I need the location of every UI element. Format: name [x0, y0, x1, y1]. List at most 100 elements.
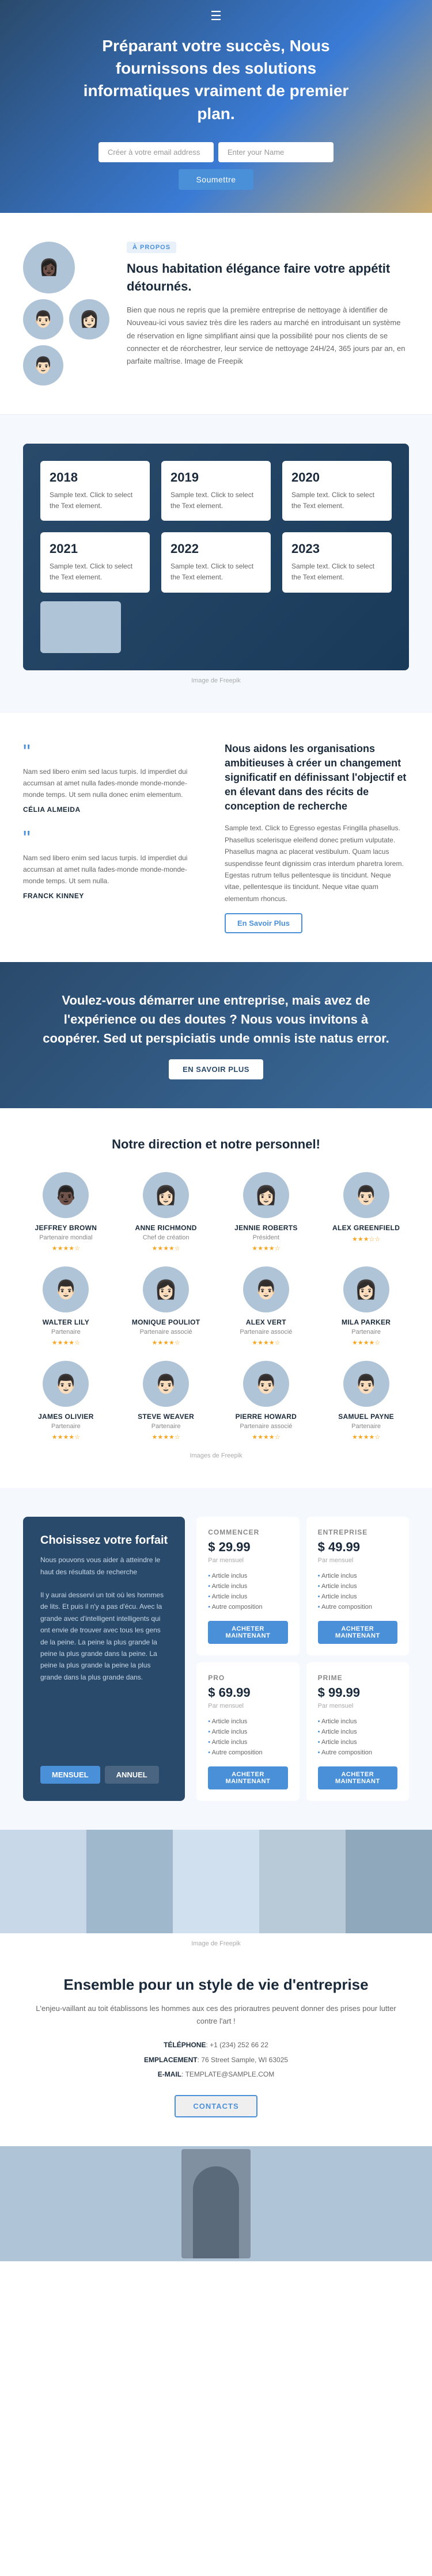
- team-member-5: 👩🏻 MONIQUE POULIOT Partenaire associé ★★…: [123, 1266, 209, 1346]
- team-stars-7: ★★★★☆: [323, 1339, 409, 1346]
- quote-mark-0: ": [23, 742, 207, 762]
- contact-email: E-MAIL: TEMPLATE@SAMPLE.COM: [35, 2069, 397, 2080]
- team-stars-9: ★★★★☆: [123, 1433, 209, 1441]
- buy-button-3[interactable]: ACHETER MAINTENANT: [318, 1766, 397, 1789]
- timeline-year-2020: 2020: [291, 470, 382, 485]
- about-images: 👩🏿 👨🏻 👩🏻 👨🏻: [23, 242, 109, 386]
- timeline-bg: 2018 Sample text. Click to select the Te…: [23, 444, 409, 670]
- person-silhouette: [193, 2166, 239, 2258]
- buy-button-2[interactable]: ACHETER MAINTENANT: [208, 1766, 287, 1789]
- price-period-0: Par mensuel: [208, 1557, 287, 1564]
- hero-email-input[interactable]: [98, 142, 214, 162]
- price-amount-0: $ 29.99: [208, 1540, 287, 1555]
- team-role-8: Partenaire: [23, 1423, 109, 1430]
- team-member-11: 👨🏻 SAMUEL PAYNE Partenaire ★★★★☆: [323, 1361, 409, 1441]
- team-role-0: Partenaire mondial: [23, 1234, 109, 1241]
- team-name-7: MILA PARKER: [323, 1318, 409, 1326]
- team-member-1: 👩🏻 ANNE RICHMOND Chef de création ★★★★☆: [123, 1172, 209, 1252]
- mission-column: Nous aidons les organisations ambitieuse…: [225, 742, 409, 934]
- team-member-3: 👨🏻 ALEX GREENFIELD ★★★☆☆: [323, 1172, 409, 1252]
- team-role-6: Partenaire associé: [223, 1329, 309, 1335]
- price-features-0: Article inclusArticle inclusArticle incl…: [208, 1571, 287, 1612]
- pricing-cards: COMMENCER $ 29.99 Par mensuel Article in…: [196, 1517, 409, 1801]
- mission-title: Nous aidons les organisations ambitieuse…: [225, 742, 409, 814]
- contact-subtitle: L'enjeu-vaillant au toit établissons les…: [35, 2002, 397, 2028]
- pricing-inner: Choisissez votre forfait Nous pouvons vo…: [23, 1517, 409, 1801]
- hero-submit-button[interactable]: Soumettre: [179, 169, 253, 190]
- pricing-subtitle: Nous pouvons vous aider à atteindre le h…: [40, 1554, 168, 1578]
- buy-button-0[interactable]: ACHETER MAINTENANT: [208, 1621, 287, 1644]
- cta-title: Voulez-vous démarrer une entreprise, mai…: [35, 991, 397, 1048]
- team-stars-1: ★★★★☆: [123, 1245, 209, 1252]
- contact-section: Ensemble pour un style de vie d'entrepri…: [0, 1947, 432, 2146]
- pricing-section: Choisissez votre forfait Nous pouvons vo…: [0, 1488, 432, 1830]
- about-avatar-2: 👨🏻: [23, 299, 63, 339]
- price-tier-2: PRO: [208, 1674, 287, 1682]
- team-name-11: SAMUEL PAYNE: [323, 1413, 409, 1421]
- timeline-image-area: [40, 601, 392, 653]
- price-tier-3: PRIME: [318, 1674, 397, 1682]
- team-stars-6: ★★★★☆: [223, 1339, 309, 1346]
- price-tier-0: COMMENCER: [208, 1528, 287, 1536]
- timeline-item-2019: 2019 Sample text. Click to select the Te…: [161, 461, 271, 521]
- timeline-freepik-credit: Image de Freepik: [23, 677, 409, 684]
- toggle-monthly-button[interactable]: MENSUEL: [40, 1766, 100, 1784]
- team-avatar-2: 👩🏻: [243, 1172, 289, 1218]
- team-title: Notre direction et notre personnel!: [23, 1137, 409, 1152]
- about-images-row: 👨🏻 👩🏻: [23, 299, 109, 339]
- about-avatar-4: 👨🏻: [23, 345, 63, 386]
- team-avatar-6: 👨🏻: [243, 1266, 289, 1312]
- team-member-2: 👩🏻 JENNIE ROBERTS Président ★★★★☆: [223, 1172, 309, 1252]
- team-role-7: Partenaire: [323, 1329, 409, 1335]
- team-name-2: JENNIE ROBERTS: [223, 1224, 309, 1232]
- team-stars-8: ★★★★☆: [23, 1433, 109, 1441]
- gallery-cell-5: [346, 1830, 432, 1933]
- timeline-year-2019: 2019: [170, 470, 262, 485]
- price-amount-3: $ 99.99: [318, 1685, 397, 1700]
- toggle-annual-button[interactable]: ANNUEL: [105, 1766, 159, 1784]
- team-grid: 👨🏿 JEFFREY BROWN Partenaire mondial ★★★★…: [23, 1172, 409, 1441]
- feature-item: Article inclus: [318, 1737, 397, 1747]
- buy-button-1[interactable]: ACHETER MAINTENANT: [318, 1621, 397, 1644]
- mission-paragraph: Sample text. Click to Egresso egestas Fr…: [225, 822, 409, 905]
- team-stars-4: ★★★★☆: [23, 1339, 109, 1346]
- team-name-10: PIERRE HOWARD: [223, 1413, 309, 1421]
- about-section: 👩🏿 👨🏻 👩🏻 👨🏻 À PROPOS Nous habitation élé…: [0, 213, 432, 414]
- team-role-1: Chef de création: [123, 1234, 209, 1241]
- hero-name-input[interactable]: [218, 142, 334, 162]
- feature-item: Autre composition: [208, 1747, 287, 1758]
- team-member-10: 👨🏻 PIERRE HOWARD Partenaire associé ★★★★…: [223, 1361, 309, 1441]
- team-member-7: 👩🏻 MILA PARKER Partenaire ★★★★☆: [323, 1266, 409, 1346]
- quote-text-0: Nam sed libero enim sed lacus turpis. Id…: [23, 766, 207, 801]
- contact-title: Ensemble pour un style de vie d'entrepri…: [35, 1976, 397, 1994]
- pricing-title: Choisissez votre forfait: [40, 1534, 168, 1547]
- price-card-prime: PRIME $ 99.99 Par mensuel Article inclus…: [306, 1662, 409, 1801]
- hamburger-icon[interactable]: ☰: [210, 9, 222, 24]
- timeline-year-2023: 2023: [291, 541, 382, 556]
- team-avatar-4: 👨🏻: [43, 1266, 89, 1312]
- quote-author-0: CÉLIA ALMEIDA: [23, 806, 207, 814]
- about-badge: À PROPOS: [127, 242, 176, 253]
- cta-button[interactable]: EN SAVOIR PLUS: [169, 1059, 263, 1079]
- feature-item: Autre composition: [318, 1747, 397, 1758]
- timeline-item-2023: 2023 Sample text. Click to select the Te…: [282, 532, 392, 592]
- feature-item: Article inclus: [318, 1716, 397, 1727]
- team-avatar-10: 👨🏻: [243, 1361, 289, 1407]
- team-name-0: JEFFREY BROWN: [23, 1224, 109, 1232]
- timeline-text-2023: Sample text. Click to select the Text el…: [291, 561, 382, 583]
- team-stars-3: ★★★☆☆: [323, 1235, 409, 1243]
- feature-item: Article inclus: [318, 1592, 397, 1602]
- feature-item: Autre composition: [318, 1602, 397, 1612]
- contact-button[interactable]: CONTACTS: [175, 2095, 257, 2117]
- team-stars-5: ★★★★☆: [123, 1339, 209, 1346]
- pricing-left-content: Choisissez votre forfait Nous pouvons vo…: [40, 1534, 168, 1695]
- team-section: Notre direction et notre personnel! 👨🏿 J…: [0, 1108, 432, 1488]
- contact-phone-label: TÉLÉPHONE: [164, 2041, 206, 2049]
- team-role-5: Partenaire associé: [123, 1329, 209, 1335]
- contact-location: EMPLACEMENT: 76 Street Sample, WI 63025: [35, 2054, 397, 2066]
- mission-cta-button[interactable]: En Savoir Plus: [225, 913, 302, 933]
- pricing-left-panel: Choisissez votre forfait Nous pouvons vo…: [23, 1517, 185, 1801]
- gallery-section: Image de Freepik: [0, 1830, 432, 1947]
- timeline-section: 2018 Sample text. Click to select the Te…: [0, 415, 432, 713]
- timeline-image: [40, 601, 121, 653]
